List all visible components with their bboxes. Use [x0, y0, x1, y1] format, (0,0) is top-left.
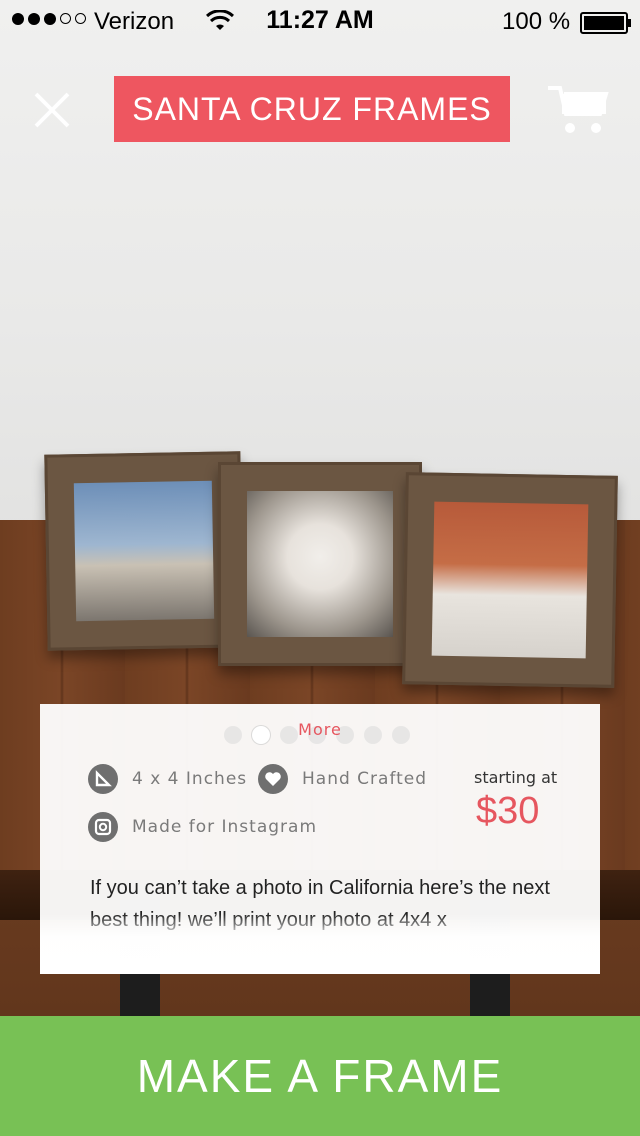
feature-label: 4 x 4 Inches [132, 769, 248, 789]
price: $30 [476, 790, 540, 832]
status-bar: Verizon 11:27 AM 100 % [0, 0, 640, 40]
feature-handcrafted: Hand Crafted [258, 764, 427, 794]
close-icon [34, 92, 70, 128]
frame-city [44, 451, 244, 651]
feature-size: 4 x 4 Inches [88, 764, 247, 794]
cart-button[interactable] [546, 84, 612, 136]
frame-animal [218, 462, 422, 666]
make-frame-button[interactable]: MAKE A FRAME [0, 1016, 640, 1136]
battery-icon [580, 12, 631, 34]
battery-percent: 100 % [502, 8, 571, 35]
more-link[interactable]: More [40, 720, 600, 739]
feature-label: Hand Crafted [302, 769, 428, 789]
cart-icon [548, 86, 609, 133]
frame-portrait [402, 472, 618, 688]
price-caption: starting at [474, 768, 558, 787]
feature-label: Made for Instagram [132, 817, 318, 837]
heart-icon [258, 764, 288, 794]
product-info-card: More 4 x 4 Inches Hand Crafted Made for … [40, 704, 600, 974]
ruler-icon [88, 764, 118, 794]
instagram-icon [88, 812, 118, 842]
page-title: SANTA CRUZ FRAMES [114, 76, 510, 142]
close-button[interactable] [30, 88, 74, 132]
feature-instagram: Made for Instagram [88, 812, 317, 842]
description-fade [40, 914, 600, 974]
